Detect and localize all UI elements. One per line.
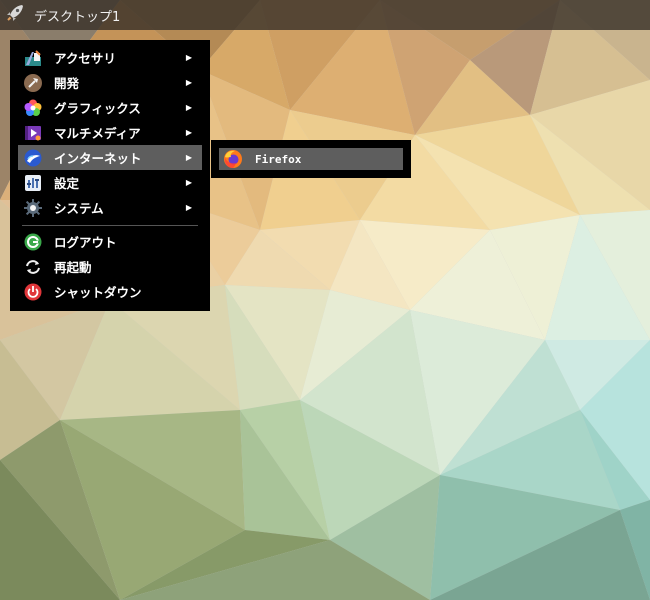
menu-item-label: 再起動	[54, 260, 92, 275]
submenu-arrow-icon: ▶	[185, 53, 192, 62]
graphics-icon	[23, 98, 43, 118]
menu-item-label: シャットダウン	[54, 285, 142, 300]
system-gear-icon	[23, 198, 43, 218]
launcher-button[interactable]	[0, 0, 30, 30]
menu-item-development[interactable]: 開発 ▶	[18, 70, 202, 95]
submenu-arrow-icon: ▶	[185, 103, 192, 112]
accessories-icon	[23, 48, 43, 68]
menu-item-graphics[interactable]: グラフィックス ▶	[18, 95, 202, 120]
menu-item-label: 設定	[54, 176, 80, 191]
internet-submenu: Firefox	[211, 140, 411, 178]
taskbar: デスクトップ1	[0, 0, 650, 30]
settings-icon	[23, 173, 43, 193]
rocket-icon	[5, 3, 25, 27]
menu-item-label: ログアウト	[54, 235, 117, 250]
menu-item-label: グラフィックス	[54, 101, 141, 116]
menu-item-label: アクセサリ	[54, 51, 116, 66]
submenu-arrow-icon: ▶	[185, 128, 192, 137]
menu-separator	[22, 225, 198, 226]
firefox-icon	[223, 149, 243, 169]
application-menu: アクセサリ ▶ 開発 ▶ グラフィックス ▶ マルチメディア ▶ インターネット…	[10, 40, 210, 311]
logout-icon	[23, 232, 43, 252]
menu-item-accessories[interactable]: アクセサリ ▶	[18, 45, 202, 70]
submenu-arrow-icon: ▶	[185, 178, 192, 187]
submenu-arrow-icon: ▶	[185, 78, 192, 87]
menu-item-settings[interactable]: 設定 ▶	[18, 170, 202, 195]
desktop-name-label: デスクトップ1	[34, 9, 121, 25]
development-icon	[23, 73, 43, 93]
submenu-item-firefox[interactable]: Firefox	[219, 148, 403, 170]
menu-item-label: 開発	[54, 76, 80, 91]
menu-item-restart[interactable]: 再起動	[18, 254, 202, 279]
multimedia-icon	[23, 123, 43, 143]
menu-item-internet[interactable]: インターネット ▶	[18, 145, 202, 170]
menu-item-multimedia[interactable]: マルチメディア ▶	[18, 120, 202, 145]
submenu-item-label: Firefox	[255, 152, 302, 166]
internet-icon	[23, 148, 43, 168]
submenu-arrow-icon: ▶	[185, 203, 192, 212]
menu-item-logout[interactable]: ログアウト	[18, 229, 202, 254]
restart-icon	[23, 257, 43, 277]
menu-item-system[interactable]: システム ▶	[18, 195, 202, 220]
menu-item-shutdown[interactable]: シャットダウン	[18, 279, 202, 304]
submenu-arrow-icon: ▶	[185, 153, 192, 162]
menu-item-label: インターネット	[54, 151, 142, 166]
shutdown-icon	[23, 282, 43, 302]
menu-item-label: システム	[54, 201, 104, 216]
menu-item-label: マルチメディア	[54, 126, 141, 141]
